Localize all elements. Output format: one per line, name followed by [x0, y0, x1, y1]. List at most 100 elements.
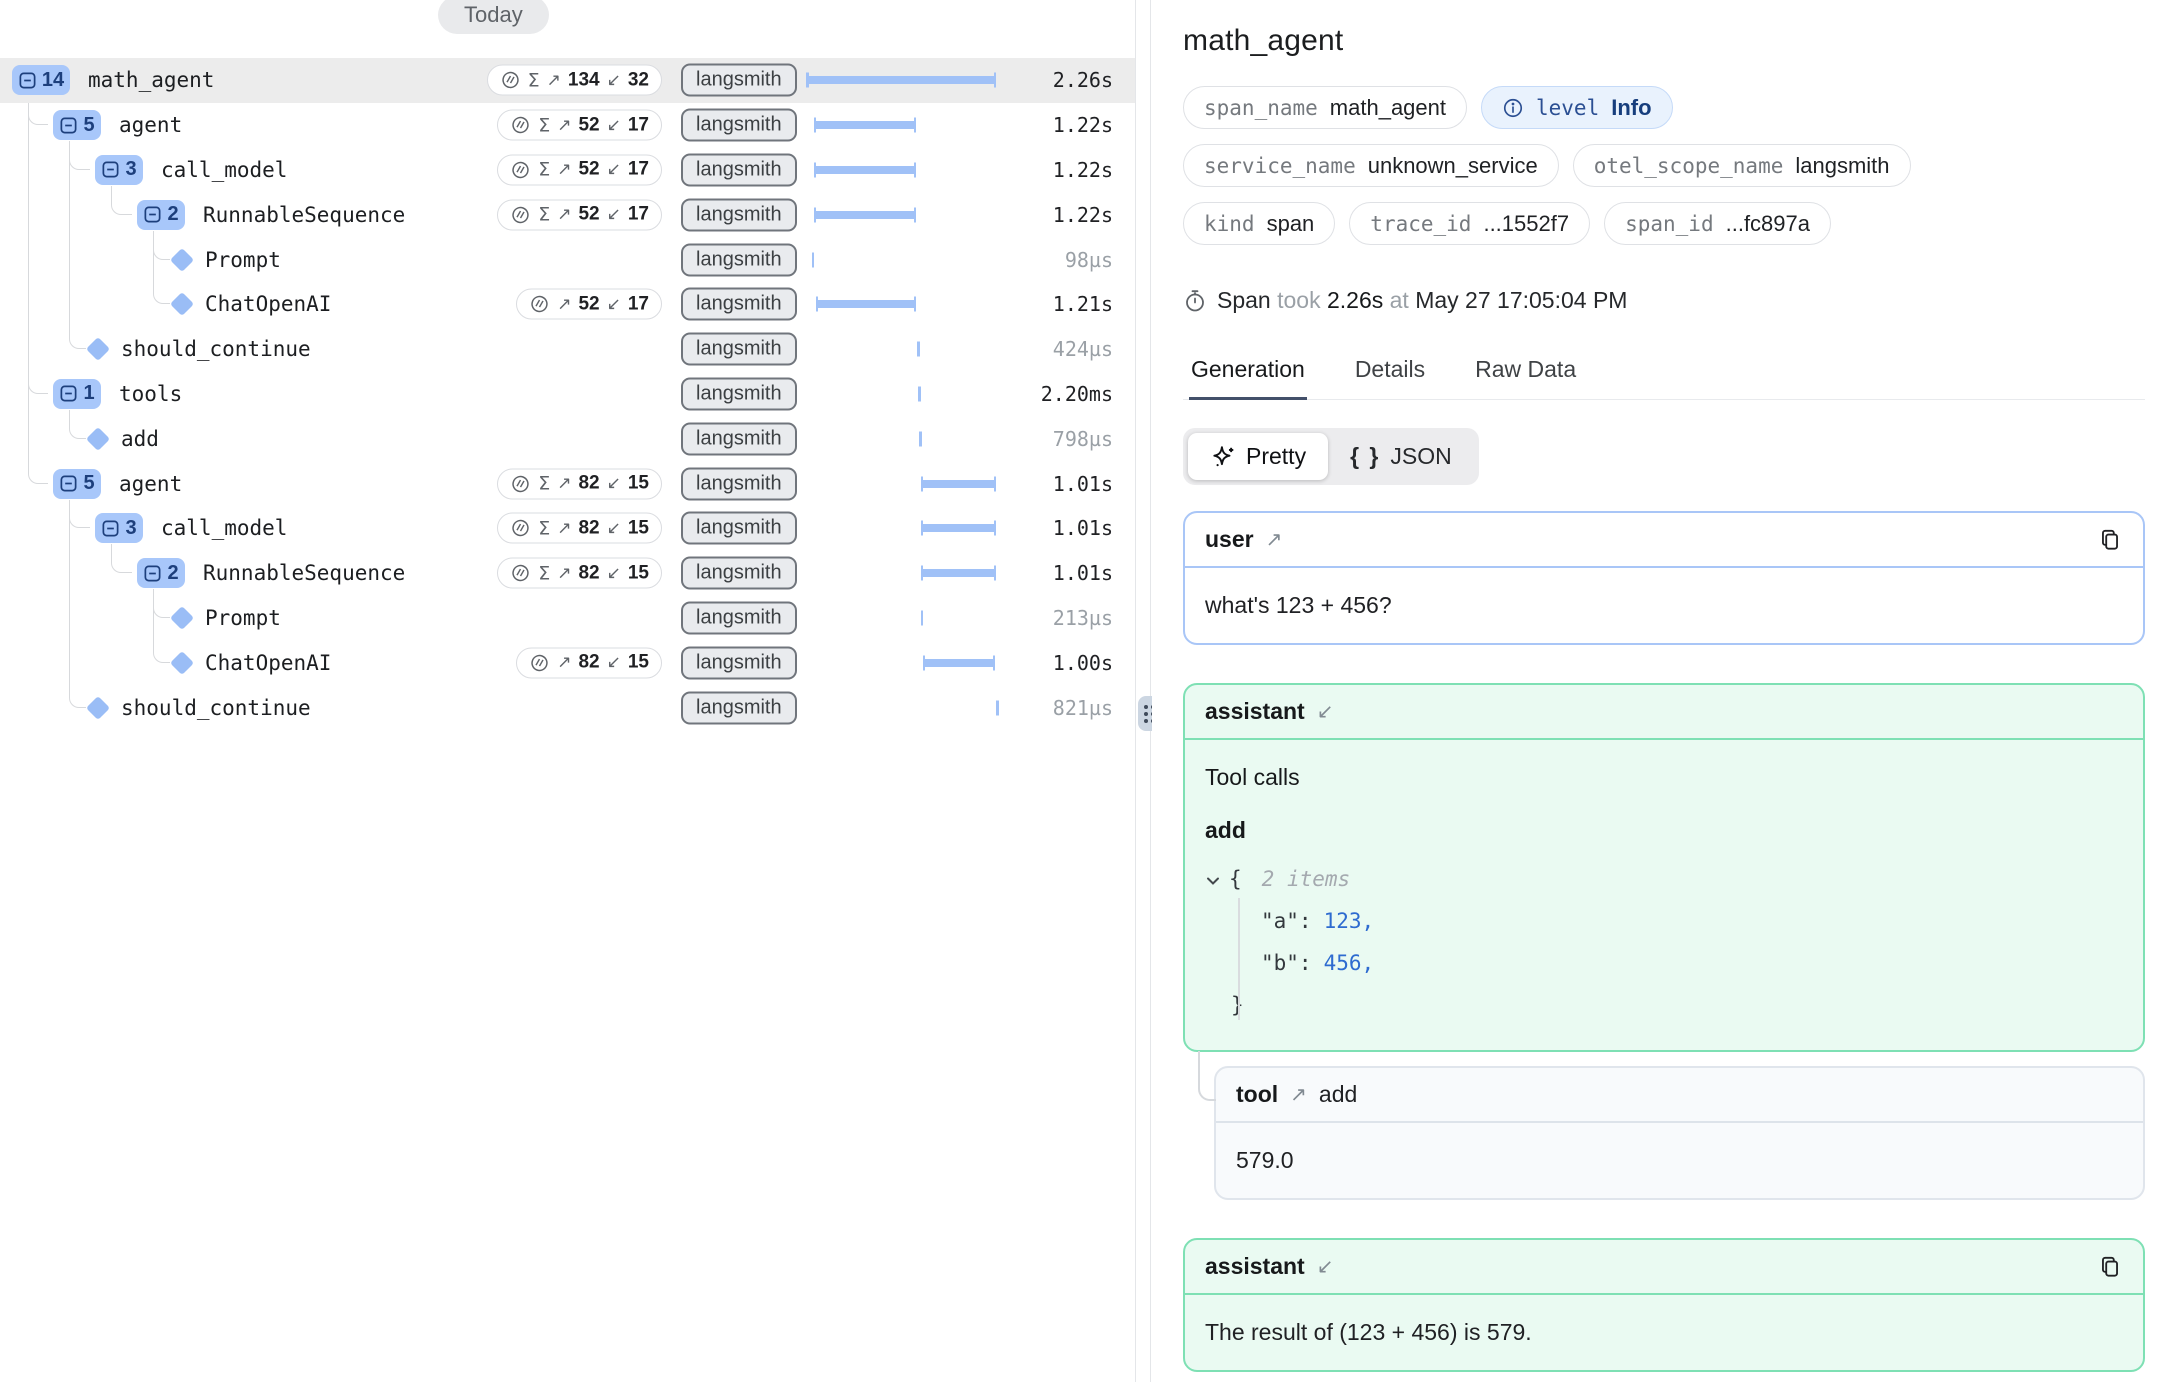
tree-row-agent[interactable]: 5agentΣ↗52↙17langsmith1.22s [0, 103, 1135, 148]
duration-label: 821µs [1053, 696, 1113, 720]
json-entry: "a":123, [1205, 900, 2123, 942]
attribute-key: level [1536, 96, 1599, 120]
duration-label: 1.21s [1053, 292, 1113, 316]
vendor-tag: langsmith [681, 333, 797, 366]
copy-button[interactable] [2097, 1254, 2123, 1280]
duration-bar-track [806, 192, 996, 237]
vendor-tag: langsmith [681, 646, 797, 679]
attribute-pill-span_id[interactable]: span_id...fc897a [1604, 202, 1831, 245]
vendor-tag: langsmith [681, 601, 797, 634]
tree-row-call_model[interactable]: 3call_modelΣ↗52↙17langsmith1.22s [0, 148, 1135, 193]
tree-row-agent[interactable]: 5agentΣ↗82↙15langsmith1.01s [0, 461, 1135, 506]
tab-raw-data[interactable]: Raw Data [1473, 346, 1578, 400]
toggle-option-pretty[interactable]: Pretty [1188, 433, 1328, 480]
tree-row-ChatOpenAI[interactable]: ChatOpenAI↗82↙15langsmith1.00s [0, 640, 1135, 685]
expand-collapse-badge[interactable]: 2 [137, 558, 185, 588]
tree-row-ChatOpenAI[interactable]: ChatOpenAI↗52↙17langsmith1.21s [0, 282, 1135, 327]
collapse-icon [18, 71, 37, 90]
tree-row-should_continue[interactable]: should_continuelangsmith821µs [0, 685, 1135, 730]
expand-collapse-badge[interactable]: 5 [53, 110, 101, 140]
duration-bar [816, 300, 917, 308]
panel-divider [1150, 0, 1151, 1382]
attribute-pill-span_name[interactable]: span_namemath_agent [1183, 86, 1467, 129]
detail-tabs: Generation Details Raw Data [1183, 346, 2145, 400]
message-role: tool [1236, 1081, 1278, 1108]
duration-bar-cap [814, 162, 817, 177]
sum-icon: Σ [538, 159, 550, 181]
input-tokens: 82 [578, 473, 599, 495]
message-card-user: user↗what's 123 + 456? [1183, 511, 2145, 645]
input-tokens-arrow-icon: ↗ [557, 518, 571, 538]
message-text: what's 123 + 456? [1185, 568, 2143, 643]
tree-row-Prompt[interactable]: Promptlangsmith98µs [0, 237, 1135, 282]
input-tokens-arrow-icon: ↗ [557, 160, 571, 180]
duration-bar-cap [921, 521, 924, 536]
tree-node-name: ChatOpenAI [205, 292, 331, 316]
tab-generation[interactable]: Generation [1189, 346, 1307, 400]
output-tokens: 15 [628, 517, 649, 539]
child-count: 3 [125, 158, 136, 181]
token-usage-pill: Σ↗52↙17 [497, 154, 662, 185]
expand-collapse-badge[interactable]: 3 [95, 155, 143, 185]
message-card-header: tool↗add [1216, 1068, 2143, 1123]
chevron-down-icon[interactable] [1205, 875, 1221, 887]
input-tokens: 82 [578, 517, 599, 539]
sum-icon: Σ [538, 473, 550, 495]
attribute-pill-kind[interactable]: kindspan [1183, 202, 1335, 245]
direction-arrow-icon: ↗ [1266, 527, 1283, 552]
copy-button[interactable] [2097, 527, 2123, 553]
leaf-diamond-icon [170, 248, 194, 272]
tree-node-name: call_model [161, 158, 287, 182]
tool-call-name: add [1205, 817, 2123, 844]
duration-bar-cap [816, 297, 819, 312]
expand-collapse-badge[interactable]: 14 [12, 65, 70, 95]
tree-node-name: RunnableSequence [203, 561, 405, 585]
token-coin-icon [500, 70, 521, 91]
duration-label: 1.01s [1053, 561, 1113, 585]
output-tokens-arrow-icon: ↙ [607, 518, 621, 538]
tree-row-RunnableSequence[interactable]: 2RunnableSequenceΣ↗82↙15langsmith1.01s [0, 551, 1135, 596]
expand-collapse-badge[interactable]: 5 [53, 469, 101, 499]
toggle-option-json[interactable]: { }JSON [1328, 433, 1474, 480]
tree-row-Prompt[interactable]: Promptlangsmith213µs [0, 596, 1135, 641]
tree-row-tools[interactable]: 1toolslangsmith2.20ms [0, 372, 1135, 417]
duration-bar-track [806, 685, 996, 730]
message-card-header: assistant↙ [1185, 685, 2143, 740]
input-tokens-arrow-icon: ↗ [557, 115, 571, 135]
left-panel-scrollbar-track[interactable] [1135, 0, 1136, 1382]
tree-row-call_model[interactable]: 3call_modelΣ↗82↙15langsmith1.01s [0, 506, 1135, 551]
duration-label: 98µs [1065, 248, 1113, 272]
token-coin-icon [510, 473, 531, 494]
vendor-tag: langsmith [681, 64, 797, 97]
output-tokens-arrow-icon: ↙ [607, 653, 621, 673]
expand-collapse-badge[interactable]: 1 [53, 379, 101, 409]
span-summary-text: Span took 2.26s at May 27 17:05:04 PM [1217, 287, 1627, 314]
duration-bar-cap [994, 521, 997, 536]
tree-row-should_continue[interactable]: should_continuelangsmith424µs [0, 327, 1135, 372]
expand-collapse-badge[interactable]: 2 [137, 200, 185, 230]
duration-tick [918, 386, 921, 401]
duration-bar [814, 166, 917, 174]
message-card-header: user↗ [1185, 513, 2143, 568]
attribute-pill-otel_scope_name[interactable]: otel_scope_namelangsmith [1573, 144, 1911, 187]
output-tokens: 17 [628, 159, 649, 181]
date-group-pill[interactable]: Today [438, 0, 549, 34]
tree-row-math_agent[interactable]: 14math_agentΣ↗134↙32langsmith2.26s [0, 58, 1135, 103]
direction-arrow-icon: ↗ [1290, 1082, 1307, 1107]
attribute-pill-trace_id[interactable]: trace_id...1552f7 [1349, 202, 1590, 245]
tree-row-RunnableSequence[interactable]: 2RunnableSequenceΣ↗52↙17langsmith1.22s [0, 192, 1135, 237]
toggle-label: JSON [1390, 443, 1451, 470]
duration-bar-track [806, 596, 996, 641]
expand-collapse-badge[interactable]: 3 [95, 513, 143, 543]
collapse-icon [59, 384, 78, 403]
output-tokens-arrow-icon: ↙ [607, 294, 621, 314]
sum-icon: Σ [528, 69, 540, 91]
input-tokens: 52 [578, 159, 599, 181]
attribute-key: trace_id [1370, 212, 1471, 236]
duration-bar-cap [923, 655, 926, 670]
tree-row-add[interactable]: addlangsmith798µs [0, 416, 1135, 461]
tab-details[interactable]: Details [1353, 346, 1427, 400]
attribute-pill-level[interactable]: levelInfo [1481, 86, 1673, 129]
attribute-pill-service_name[interactable]: service_nameunknown_service [1183, 144, 1559, 187]
tool-call-result-wrap: tool↗add579.0 [1183, 1066, 2145, 1200]
